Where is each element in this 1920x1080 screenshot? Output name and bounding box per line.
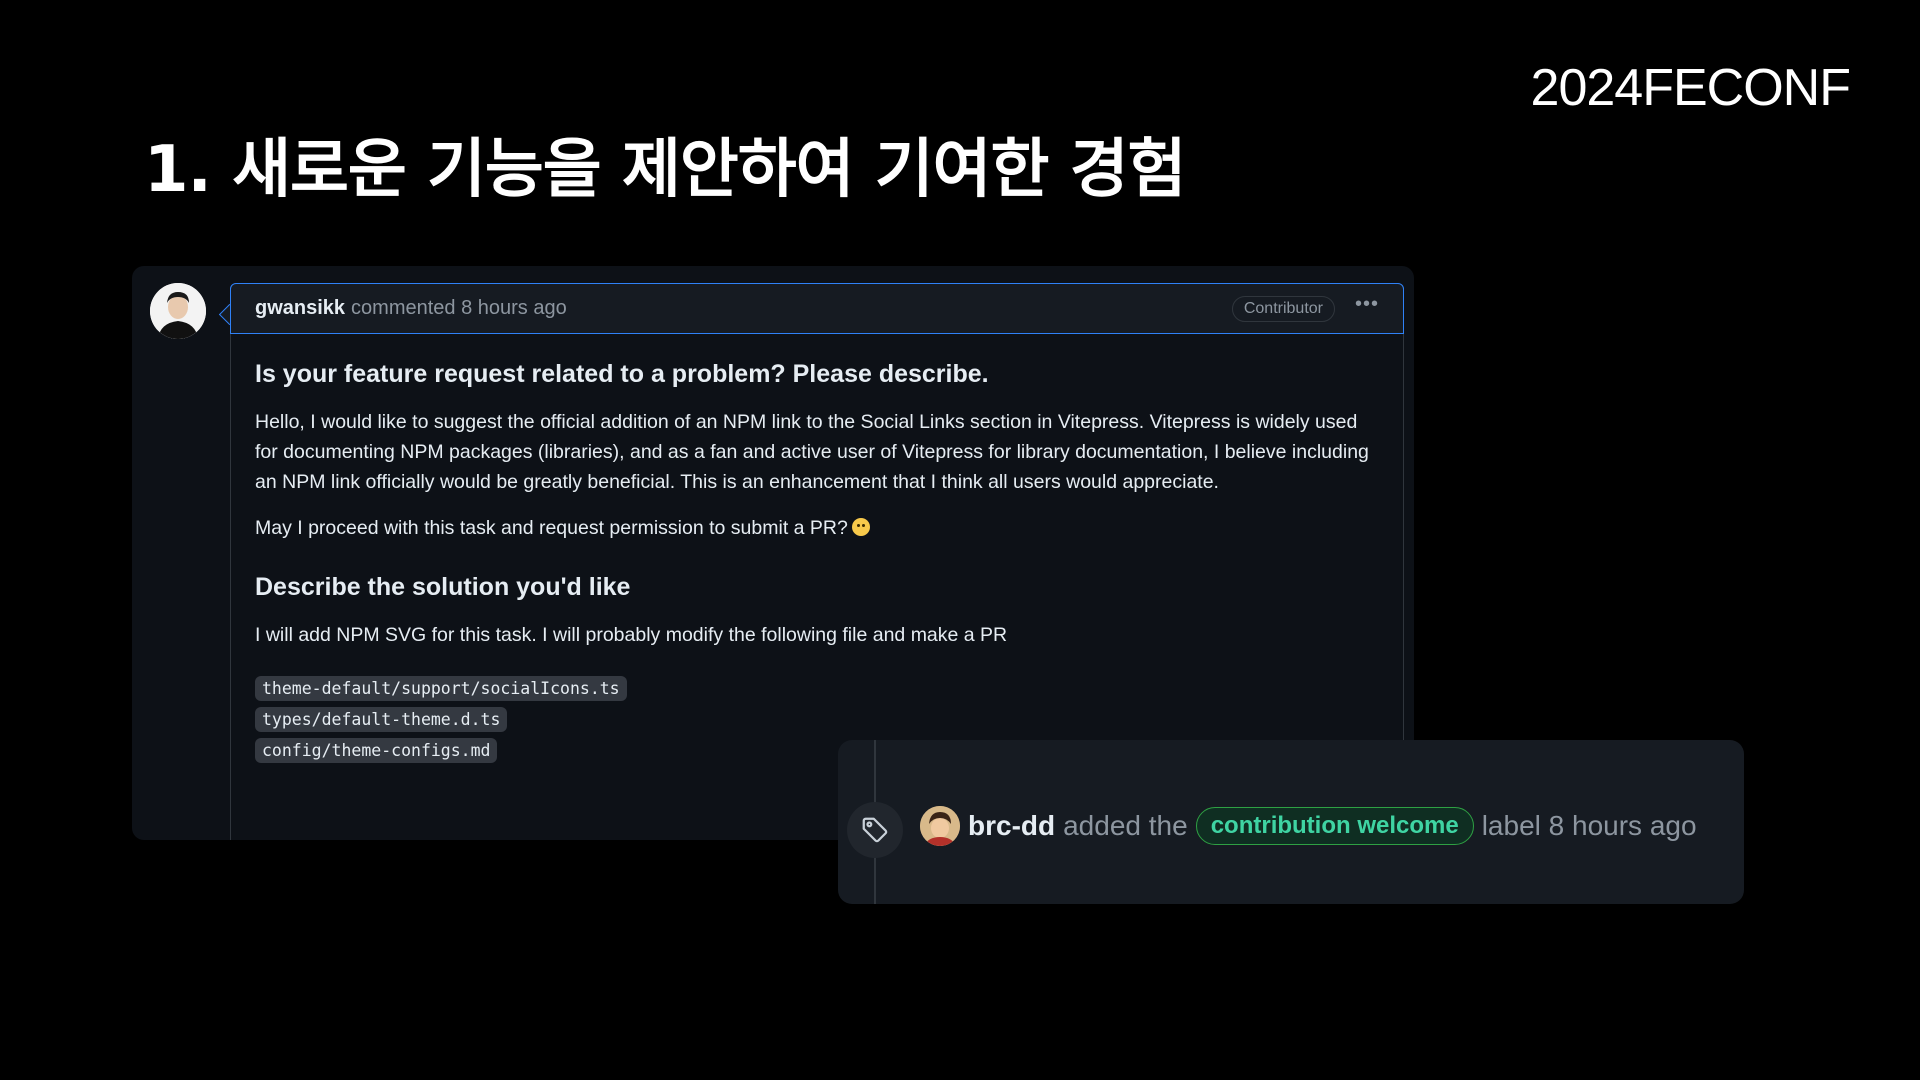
brand-logo: 2024FECONF: [1530, 59, 1851, 117]
contributor-badge: Contributor: [1231, 296, 1335, 322]
label-event-text: brc-dd added the contribution welcome la…: [920, 806, 1705, 846]
label-event-card: brc-dd added the contribution welcome la…: [838, 740, 1744, 904]
pleading-face-emoji-icon: [851, 518, 870, 536]
section-heading-problem: Is your feature request related to a pro…: [255, 360, 989, 388]
section-heading-solution: Describe the solution you'd like: [255, 573, 631, 601]
comment-author-link[interactable]: gwansikk: [255, 297, 345, 320]
slide-title: 1. 새로운 기능을 제안하여 기여한 경험: [144, 133, 1186, 207]
paragraph-permission-text: May I proceed with this task and request…: [255, 517, 848, 539]
tag-icon: [847, 802, 903, 858]
paragraph-solution: I will add NPM SVG for this task. I will…: [255, 624, 1008, 646]
event-suffix-text[interactable]: label 8 hours ago: [1482, 810, 1697, 842]
paragraph-permission: May I proceed with this task and request…: [255, 513, 1379, 543]
comment-body: Is your feature request related to a pro…: [231, 334, 1403, 769]
author-avatar[interactable]: [150, 283, 206, 339]
event-action-text: added the: [1063, 810, 1188, 841]
file-path-code: config/theme-configs.md: [255, 738, 498, 763]
event-author-avatar[interactable]: [920, 806, 960, 846]
comment-header: gwansikk commented 8 hours ago Contribut…: [230, 283, 1404, 334]
comment-timestamp[interactable]: commented 8 hours ago: [351, 297, 567, 320]
contribution-welcome-label[interactable]: contribution welcome: [1195, 807, 1474, 845]
file-path-code: theme-default/support/socialIcons.ts: [255, 676, 627, 701]
paragraph-suggestion: Hello, I would like to suggest the offic…: [255, 411, 1369, 493]
file-path-code: types/default-theme.d.ts: [255, 707, 508, 732]
kebab-horizontal-icon[interactable]: •••: [1355, 293, 1379, 316]
event-author-link[interactable]: brc-dd: [968, 810, 1055, 842]
